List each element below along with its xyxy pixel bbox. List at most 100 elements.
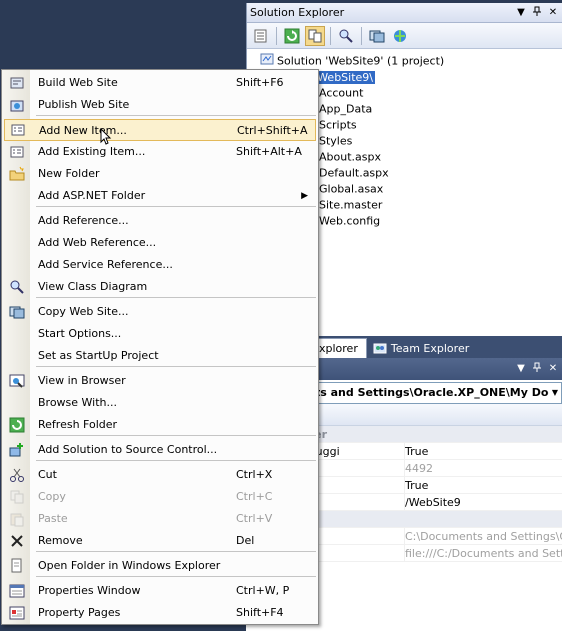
tree-item-label: Site.master (319, 198, 383, 212)
menu-item-label: New Folder (38, 167, 100, 180)
menu-item-shortcut: Shift+F6 (236, 76, 284, 89)
cut-icon (4, 465, 30, 485)
paste-icon (4, 509, 30, 529)
menu-item-label: Paste (38, 512, 68, 525)
menu-icon-slot (4, 211, 30, 231)
team-explorer-icon (373, 343, 387, 354)
menu-item-shortcut: Ctrl+Shift+A (237, 124, 308, 137)
tree-item[interactable]: Solution 'WebSite9' (1 project) (247, 51, 562, 68)
tree-item-label: About.aspx (319, 150, 381, 164)
dropdown-arrow-icon[interactable]: ▼ (514, 362, 528, 376)
property-value[interactable]: /WebSite9 (404, 494, 562, 510)
dropdown-arrow-icon[interactable]: ▼ (514, 6, 528, 20)
menu-item-set-as-startup-project[interactable]: Set as StartUp Project (4, 345, 316, 367)
menu-item-refresh-folder[interactable]: Refresh Folder (4, 414, 316, 436)
property-value[interactable]: True (404, 477, 562, 493)
menu-item-add-web-reference[interactable]: Add Web Reference... (4, 232, 316, 254)
menu-item-add-asp-net-folder[interactable]: Add ASP.NET Folder ▶ (4, 185, 316, 207)
tab-team-explorer[interactable]: Team Explorer (367, 338, 477, 358)
publish-icon (4, 95, 30, 115)
menu-icon-slot (4, 186, 30, 206)
close-icon[interactable]: ✕ (546, 6, 560, 20)
property-value[interactable]: C:\Documents and Settings\Orac (404, 528, 562, 544)
menu-item-label: Cut (38, 468, 57, 481)
solution-explorer-title: Solution Explorer (250, 6, 345, 19)
menu-item-properties-window[interactable]: Properties Window Ctrl+W, P (4, 580, 316, 602)
source-control-icon (4, 440, 30, 460)
menu-item-view-class-diagram[interactable]: View Class Diagram (4, 276, 316, 298)
menu-item-add-service-reference[interactable]: Add Service Reference... (4, 254, 316, 276)
tab-solution-explorer[interactable]: xplorer (312, 338, 367, 358)
tab-team-explorer-label: Team Explorer (390, 341, 470, 355)
view-in-browser-icon (4, 371, 30, 391)
new-folder-icon (4, 164, 30, 184)
mouse-cursor-icon (100, 128, 112, 145)
refresh-icon[interactable] (282, 26, 302, 46)
menu-item-shortcut: Ctrl+V (236, 512, 273, 525)
context-menu: Build Web Site Shift+F6 Publish Web Site Ad… (1, 69, 319, 625)
tree-item-label: Solution 'WebSite9' (1 project) (277, 54, 445, 68)
property-value[interactable]: True (404, 443, 562, 459)
menu-item-build-web-site[interactable]: Build Web Site Shift+F6 (4, 72, 316, 94)
menu-item-start-options[interactable]: Start Options... (4, 323, 316, 345)
menu-item-shortcut: Ctrl+C (236, 490, 273, 503)
menu-item-browse-with[interactable]: Browse With... (4, 392, 316, 414)
menu-item-label: View Class Diagram (38, 280, 148, 293)
menu-item-remove[interactable]: Remove Del (4, 530, 316, 552)
tree-item-label: Global.asax (319, 182, 384, 196)
property-pages-icon (4, 603, 30, 623)
submenu-arrow-icon: ▶ (301, 191, 308, 201)
menu-item-copy-web-site[interactable]: Copy Web Site... (4, 301, 316, 323)
menu-item-property-pages[interactable]: Property Pages Shift+F4 (4, 602, 316, 624)
tree-item-label: Scripts (319, 118, 357, 132)
menu-item-add-existing-item[interactable]: Add Existing Item... Shift+Alt+A (4, 141, 316, 163)
asp-net-configuration-icon[interactable] (390, 26, 410, 46)
copy-icon (4, 487, 30, 507)
solution-explorer-toolbar (247, 23, 562, 49)
show-all-files-icon[interactable] (305, 25, 325, 46)
menu-item-label: Remove (38, 534, 83, 547)
class-diagram-icon (4, 277, 30, 297)
menu-item-shortcut: Del (236, 534, 255, 547)
menu-item-add-new-item[interactable]: Add New Item... Ctrl+Shift+A (4, 119, 316, 141)
menu-item-view-in-browser[interactable]: View in Browser (4, 370, 316, 392)
menu-item-open-folder-in-windows-explorer[interactable]: Open Folder in Windows Explorer (4, 555, 316, 577)
close-icon[interactable]: ✕ (546, 362, 560, 376)
menu-item-shortcut: Shift+F4 (236, 606, 284, 619)
menu-item-new-folder[interactable]: New Folder (4, 163, 316, 185)
tab-solution-explorer-label: xplorer (319, 342, 358, 355)
menu-icon-slot (4, 393, 30, 413)
menu-icon-slot (4, 233, 30, 253)
menu-item-cut[interactable]: Cut Ctrl+X (4, 464, 316, 486)
menu-item-add-reference[interactable]: Add Reference... (4, 210, 316, 232)
tree-item-label: Default.aspx (319, 166, 389, 180)
pin-icon[interactable] (530, 362, 544, 376)
menu-item-label: Refresh Folder (38, 418, 118, 431)
menu-item-label: Add New Item... (39, 124, 127, 137)
tree-item-label: App_Data (319, 102, 373, 116)
menu-item-label: Add Web Reference... (38, 236, 157, 249)
tree-item-label: Web.config (319, 214, 381, 228)
property-value[interactable]: 4492 (404, 460, 562, 476)
menu-icon-slot (4, 255, 30, 275)
remove-icon (4, 531, 30, 551)
menu-item-publish-web-site[interactable]: Publish Web Site (4, 94, 316, 116)
chevron-down-icon[interactable]: ▼ (549, 383, 561, 403)
copy-website-icon[interactable] (367, 26, 387, 46)
menu-item-add-solution-to-source-control[interactable]: Add Solution to Source Control... (4, 439, 316, 461)
add-existing-item-icon (4, 142, 30, 162)
menu-item-paste: Paste Ctrl+V (4, 508, 316, 530)
properties-icon[interactable] (251, 26, 271, 46)
menu-item-label: Add Reference... (38, 214, 129, 227)
pin-icon[interactable] (530, 6, 544, 20)
menu-item-label: Set as StartUp Project (38, 349, 159, 362)
copy-web-site-icon (4, 302, 30, 322)
property-value[interactable]: file:///C:/Documents and Settings (404, 545, 562, 561)
menu-icon-slot (4, 346, 30, 366)
open-folder-icon (4, 556, 30, 576)
object-selector-value: ts and Settings\Oracle.XP_ONE\My Docu (315, 386, 562, 399)
properties-window-icon (4, 581, 30, 601)
menu-item-label: Publish Web Site (38, 98, 130, 111)
menu-item-label: Copy Web Site... (38, 305, 129, 318)
view-class-diagram-icon[interactable] (336, 26, 356, 46)
